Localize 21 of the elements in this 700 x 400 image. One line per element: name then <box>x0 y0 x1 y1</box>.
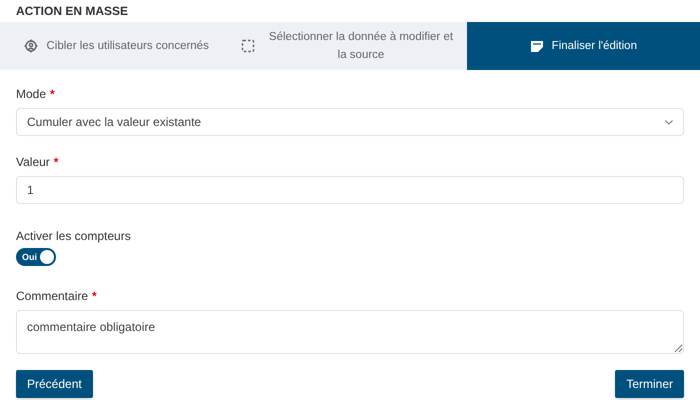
required-mark: * <box>54 154 58 170</box>
step-tab[interactable]: Sélectionner la donnée à modifier et la source <box>233 22 467 70</box>
value-input[interactable]: 1 <box>16 176 684 204</box>
note-icon <box>530 39 544 53</box>
required-mark: * <box>50 86 55 102</box>
finish-button[interactable]: Terminer <box>615 370 684 398</box>
field-label: Activer les compteurs <box>16 228 132 244</box>
toggle-switch[interactable]: Oui <box>16 248 56 266</box>
step-tab[interactable]: Cibler les utilisateurs concernés <box>0 22 234 70</box>
target-icon <box>24 39 38 53</box>
step-tab[interactable]: Finaliser l'édition <box>466 22 700 70</box>
chevron-down-icon <box>665 120 673 124</box>
field-label: Mode <box>16 86 46 102</box>
comment-textarea[interactable]: commentaire obligatoire <box>16 310 684 354</box>
page-title: ACTION EN MASSE <box>16 3 128 20</box>
field-label: Valeur <box>16 154 50 170</box>
dashed-square-icon <box>241 39 256 53</box>
required-mark: * <box>92 288 97 304</box>
field-label: Commentaire <box>16 288 88 304</box>
mode-select[interactable]: Cumuler avec la valeur existante <box>16 108 684 136</box>
previous-button[interactable]: Précédent <box>16 370 93 398</box>
